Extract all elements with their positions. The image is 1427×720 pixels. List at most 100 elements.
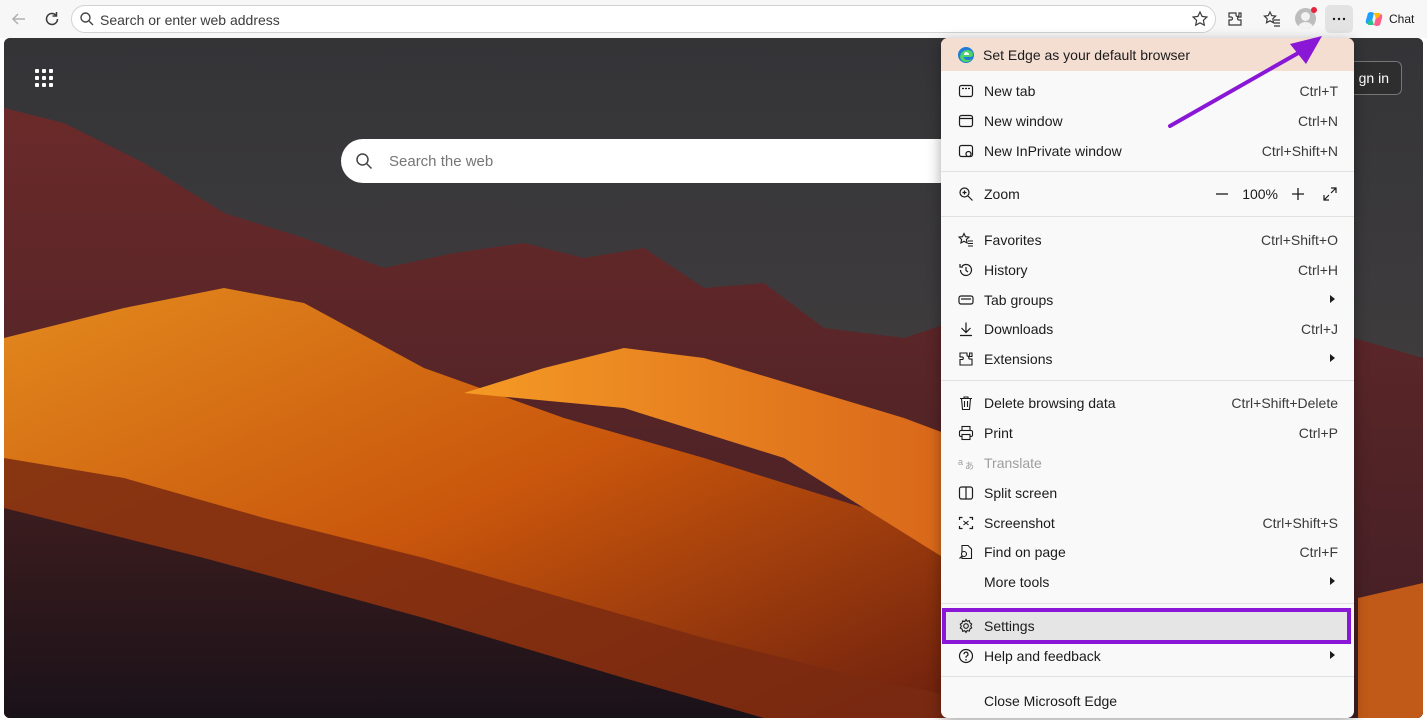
favorite-star-icon[interactable] <box>1191 10 1209 28</box>
menu-item-label: Zoom <box>984 186 1020 202</box>
favorites-icon <box>958 232 974 248</box>
menu-item-shortcut: Ctrl+Shift+Delete <box>1231 395 1338 411</box>
menu-item-tab-groups[interactable]: Tab groups <box>941 286 1354 314</box>
find-on-page-icon <box>958 544 974 560</box>
extensions-icon <box>958 351 974 367</box>
fullscreen-icon[interactable] <box>1320 184 1340 204</box>
web-search-placeholder: Search the web <box>389 153 494 170</box>
menu-item-print[interactable]: Print Ctrl+P <box>941 419 1354 447</box>
svg-text:あ: あ <box>965 461 974 471</box>
tab-groups-icon <box>958 292 974 308</box>
more-icon[interactable] <box>1325 5 1353 33</box>
gear-icon <box>958 618 974 634</box>
menu-item-delete-browsing-data[interactable]: Delete browsing data Ctrl+Shift+Delete <box>941 389 1354 417</box>
menu-item-label: Translate <box>984 455 1042 471</box>
zoom-out-icon[interactable] <box>1212 184 1232 204</box>
menu-item-favorites[interactable]: Favorites Ctrl+Shift+O <box>941 226 1354 254</box>
zoom-controls: 100% <box>1212 184 1340 204</box>
web-search-box[interactable]: Search the web <box>341 139 981 183</box>
search-icon <box>80 12 94 26</box>
browser-toolbar: Search or enter web address Chat <box>0 0 1427 38</box>
menu-item-label: New tab <box>984 83 1036 99</box>
menu-item-label: Print <box>984 425 1013 441</box>
menu-item-close-microsoft-edge[interactable]: Close Microsoft Edge <box>941 687 1354 715</box>
back-arrow-icon[interactable] <box>6 6 32 32</box>
zoom-in-icon[interactable] <box>1288 184 1308 204</box>
menu-separator <box>941 171 1354 172</box>
menu-item-shortcut: Ctrl+Shift+S <box>1262 515 1338 531</box>
menu-item-new-window[interactable]: New window Ctrl+N <box>941 107 1354 135</box>
menu-separator <box>941 380 1354 381</box>
menu-item-label: Screenshot <box>984 515 1055 531</box>
menu-item-translate: aあ Translate <box>941 449 1354 477</box>
copilot-icon <box>1365 12 1383 26</box>
history-icon <box>958 262 974 278</box>
menu-separator <box>941 676 1354 677</box>
address-placeholder: Search or enter web address <box>100 12 280 28</box>
extensions-icon[interactable] <box>1222 6 1248 32</box>
print-icon <box>958 425 974 441</box>
address-bar[interactable]: Search or enter web address <box>71 5 1216 33</box>
menu-item-shortcut: Ctrl+J <box>1301 321 1338 337</box>
sign-in-label: gn in <box>1358 70 1389 86</box>
new-tab-icon <box>958 83 974 99</box>
menu-item-label: Delete browsing data <box>984 395 1116 411</box>
menu-item-downloads[interactable]: Downloads Ctrl+J <box>941 315 1354 343</box>
search-icon <box>356 153 373 170</box>
help-icon <box>958 648 974 664</box>
menu-item-screenshot[interactable]: Screenshot Ctrl+Shift+S <box>941 509 1354 537</box>
menu-item-label: History <box>984 262 1028 278</box>
zoom-level: 100% <box>1242 186 1278 202</box>
apps-launcher-icon[interactable] <box>35 69 53 87</box>
edge-settings-menu: Set Edge as your default browser New tab… <box>941 38 1354 718</box>
menu-item-label: More tools <box>984 574 1050 590</box>
download-icon <box>958 321 974 337</box>
menu-item-new-inprivate-window[interactable]: New InPrivate window Ctrl+Shift+N <box>941 137 1354 165</box>
menu-item-label: Tab groups <box>984 292 1054 308</box>
trash-icon <box>958 395 974 411</box>
notification-dot <box>1311 7 1317 13</box>
refresh-icon[interactable] <box>39 6 65 32</box>
menu-item-history[interactable]: History Ctrl+H <box>941 256 1354 284</box>
inprivate-icon <box>958 143 974 159</box>
menu-item-find-on-page[interactable]: Find on page Ctrl+F <box>941 538 1354 566</box>
split-screen-icon <box>958 485 974 501</box>
menu-item-label: Downloads <box>984 321 1054 337</box>
menu-separator <box>941 216 1354 217</box>
menu-item-help-and-feedback[interactable]: Help and feedback <box>941 642 1354 670</box>
menu-item-label: New InPrivate window <box>984 143 1122 159</box>
menu-item-label: New window <box>984 113 1063 129</box>
menu-item-settings[interactable]: Settings <box>942 608 1351 644</box>
menu-item-shortcut: Ctrl+Shift+N <box>1261 143 1338 159</box>
menu-item-zoom: Zoom 100% <box>941 180 1354 208</box>
menu-item-label: Favorites <box>984 232 1042 248</box>
submenu-arrow-icon <box>1330 295 1335 303</box>
edge-logo-icon <box>958 46 974 63</box>
menu-item-label: Split screen <box>984 485 1058 501</box>
menu-item-shortcut: Ctrl+F <box>1299 544 1339 560</box>
banner-label: Set Edge as your default browser <box>983 46 1191 63</box>
menu-item-shortcut: Ctrl+Shift+O <box>1260 232 1338 248</box>
menu-item-label: Settings <box>984 618 1035 634</box>
chat-label: Chat <box>1389 12 1415 26</box>
copilot-chat-button[interactable]: Chat <box>1364 8 1414 30</box>
menu-item-more-tools[interactable]: More tools <box>941 568 1354 596</box>
menu-item-label: Extensions <box>984 351 1053 367</box>
favorites-icon[interactable] <box>1259 6 1285 32</box>
menu-item-label: Find on page <box>984 544 1066 560</box>
screenshot-icon <box>958 515 974 531</box>
menu-item-label: Close Microsoft Edge <box>984 693 1118 709</box>
submenu-arrow-icon <box>1330 651 1335 659</box>
zoom-icon <box>958 186 974 202</box>
menu-item-shortcut: Ctrl+T <box>1299 83 1339 99</box>
submenu-arrow-icon <box>1330 577 1335 585</box>
new-window-icon <box>958 113 974 129</box>
menu-item-shortcut: Ctrl+P <box>1298 425 1338 441</box>
default-browser-banner[interactable]: Set Edge as your default browser <box>941 38 1354 71</box>
submenu-arrow-icon <box>1330 354 1335 362</box>
menu-item-new-tab[interactable]: New tab Ctrl+T <box>941 77 1354 105</box>
menu-item-shortcut: Ctrl+H <box>1297 262 1338 278</box>
menu-separator <box>941 603 1354 604</box>
menu-item-extensions[interactable]: Extensions <box>941 345 1354 373</box>
menu-item-split-screen[interactable]: Split screen <box>941 479 1354 507</box>
